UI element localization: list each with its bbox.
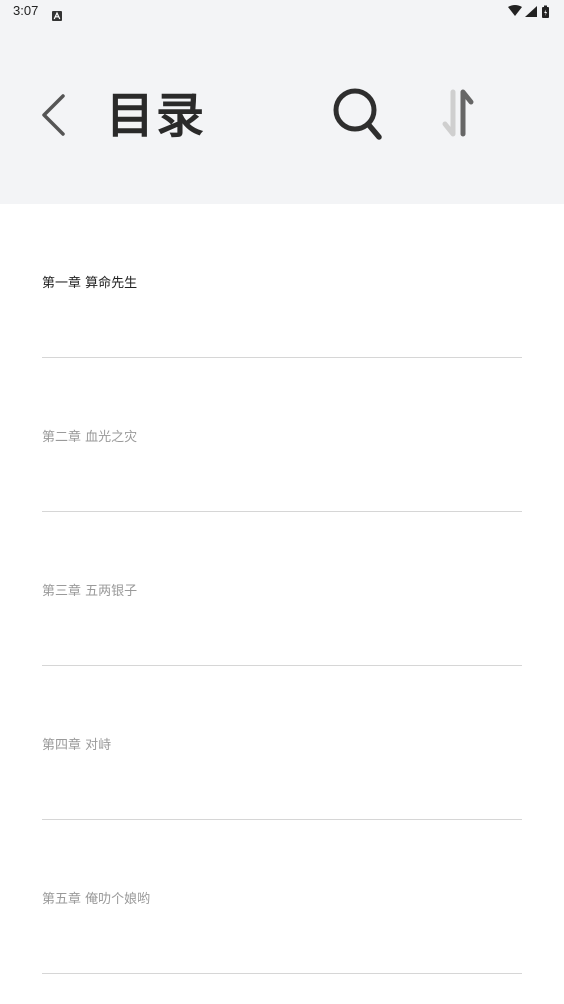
- search-icon: [333, 88, 382, 140]
- chapter-item[interactable]: 第一章 算命先生: [42, 204, 522, 358]
- chevron-left-icon: [42, 94, 65, 136]
- sort-button[interactable]: [432, 86, 484, 142]
- status-bar: 3:07: [0, 0, 564, 24]
- page-title: 目录: [106, 88, 207, 144]
- cellular-icon: [525, 6, 537, 17]
- chapter-item[interactable]: 第五章 俺叻个娘哟: [42, 820, 522, 974]
- search-button[interactable]: [326, 82, 390, 146]
- app-root: 3:07 目录 第一章 算命先生 第二章 血光之灾 第三章 五两银子 第四章 对…: [0, 0, 564, 1004]
- top-bar: 3:07 目录: [0, 0, 564, 204]
- status-time: 3:07: [13, 3, 39, 18]
- sort-arrows-icon: [442, 89, 474, 137]
- chapter-title: 第三章 五两银子: [42, 584, 138, 599]
- chapter-item[interactable]: 第三章 五两银子: [42, 512, 522, 666]
- chapter-title: 第四章 对峙: [42, 738, 112, 753]
- chapter-title: 第二章 血光之灾: [42, 430, 138, 445]
- notification-a-icon: [52, 6, 62, 25]
- wifi-icon: [508, 5, 522, 16]
- status-right-icons: [508, 4, 554, 23]
- chapter-item[interactable]: 第二章 血光之灾: [42, 358, 522, 512]
- chapter-title: 第一章 算命先生: [42, 276, 138, 291]
- back-button[interactable]: [30, 88, 76, 142]
- battery-icon: [542, 5, 549, 18]
- chapter-title: 第五章 俺叻个娘哟: [42, 892, 151, 907]
- chapter-item[interactable]: 第四章 对峙: [42, 666, 522, 820]
- chapter-list: 第一章 算命先生 第二章 血光之灾 第三章 五两银子 第四章 对峙 第五章 俺叻…: [0, 204, 564, 974]
